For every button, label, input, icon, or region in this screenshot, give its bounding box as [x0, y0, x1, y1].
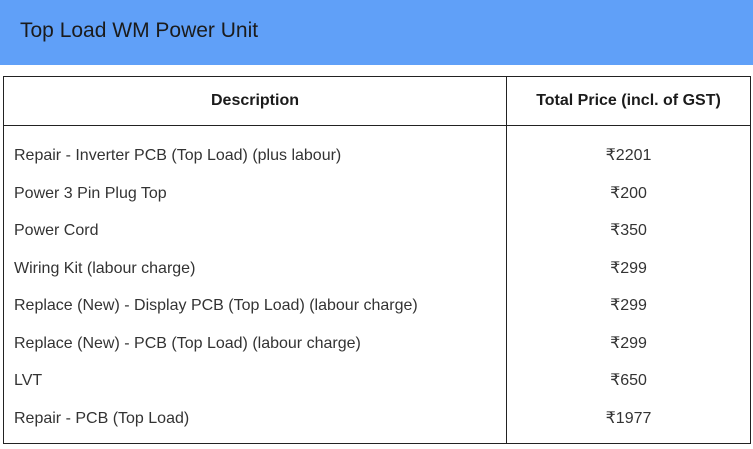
- row-price: ₹650: [610, 372, 647, 389]
- table-row: Replace (New) - PCB (Top Load) (labour c…: [4, 325, 750, 363]
- table-row: Power Cord ₹350: [4, 212, 750, 250]
- table-body: Repair - Inverter PCB (Top Load) (plus l…: [4, 137, 750, 437]
- row-price: ₹299: [610, 334, 647, 352]
- table-row: Repair - PCB (Top Load) ₹1977: [4, 400, 750, 438]
- row-price: ₹200: [610, 184, 647, 202]
- row-description: Repair - PCB (Top Load): [14, 409, 190, 427]
- row-description: Repair - Inverter PCB (Top Load) (plus l…: [14, 147, 342, 164]
- row-description: Wiring Kit (labour charge): [14, 259, 196, 277]
- row-price: ₹299: [610, 297, 647, 314]
- table-row: LVT ₹650: [4, 362, 750, 400]
- row-description: LVT: [14, 372, 43, 389]
- table-row: Power 3 Pin Plug Top ₹200: [4, 175, 750, 213]
- row-description: Power Cord: [14, 222, 99, 239]
- price-table: Description Total Price (incl. of GST) R…: [3, 76, 751, 444]
- row-description: Replace (New) - PCB (Top Load) (labour c…: [14, 334, 361, 352]
- column-header-price: Total Price (incl. of GST): [536, 92, 721, 109]
- row-price: ₹299: [610, 259, 647, 277]
- page-header: Top Load WM Power Unit: [0, 0, 753, 65]
- row-price: ₹2201: [605, 147, 652, 164]
- row-price: ₹1977: [605, 409, 652, 427]
- row-description: Power 3 Pin Plug Top: [14, 184, 167, 202]
- column-header-description: Description: [210, 92, 299, 109]
- page-title: Top Load WM Power Unit: [20, 19, 259, 42]
- row-description: Replace (New) - Display PCB (Top Load) (…: [14, 297, 418, 314]
- table-row: Repair - Inverter PCB (Top Load) (plus l…: [4, 137, 750, 175]
- table-row: Replace (New) - Display PCB (Top Load) (…: [4, 287, 750, 325]
- table-row: Wiring Kit (labour charge) ₹299: [4, 250, 750, 288]
- row-price: ₹350: [610, 222, 647, 239]
- table-header-row: Description Total Price (incl. of GST): [4, 77, 750, 126]
